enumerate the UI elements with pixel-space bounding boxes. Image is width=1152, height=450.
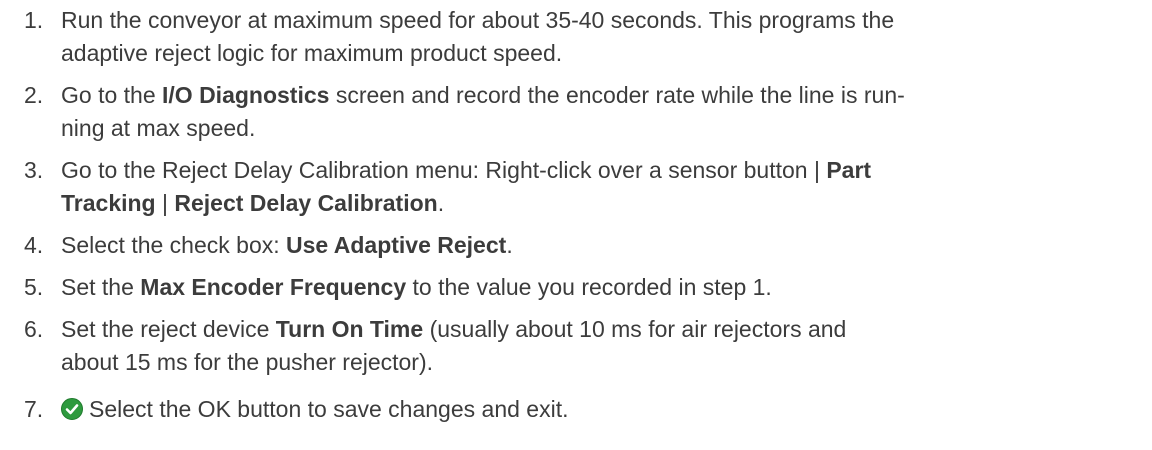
step-number: 6. <box>24 316 44 342</box>
step-text-run: to the value you recorded in step 1. <box>406 274 772 300</box>
step-item: 6. Set the reject device Turn On Time (u… <box>0 313 1152 379</box>
step-text-run: (usually about 10 ms for air rejectors a… <box>423 316 847 342</box>
step-item: 2. Go to the I/O Diagnostics screen and … <box>0 79 1152 145</box>
step-text-content: Select the OK button to save changes and… <box>89 396 568 422</box>
procedure-steps: 1. Run the conveyor at maximum speed for… <box>0 4 1152 426</box>
ui-term: Part <box>826 157 872 183</box>
step-item: 1. Run the conveyor at maximum speed for… <box>0 4 1152 70</box>
step-text-run: Select the OK button to save changes and… <box>89 396 569 422</box>
ui-term: Reject Delay Calibration <box>174 190 438 216</box>
step-number: 3. <box>24 157 44 183</box>
step-item: 3. Go to the Reject Delay Calibration me… <box>0 154 1152 220</box>
step-number: 2. <box>24 82 44 108</box>
step-text: Go to the Reject Delay Calibration menu:… <box>61 154 1121 220</box>
step-text-run: Set the reject device <box>61 316 276 342</box>
check-circle-icon <box>61 396 83 420</box>
ui-term: Max Encoder Frequency <box>140 274 407 300</box>
step-text-run: Select the check box: <box>61 232 287 258</box>
step-item: 5. Set the Max Encoder Frequency to the … <box>0 271 1152 304</box>
step-text-run: about 15 ms for the pusher rejector). <box>61 349 434 375</box>
step-text: Select the check box: Use Adaptive Rejec… <box>61 229 1121 262</box>
ui-term: Turn On Time <box>275 316 424 342</box>
step-text-run: screen and record the encoder rate while… <box>329 82 905 108</box>
ui-term: Tracking <box>61 190 156 216</box>
step-item: 4. Select the check box: Use Adaptive Re… <box>0 229 1152 262</box>
step-text-run: ning at max speed. <box>61 115 256 141</box>
step-text: Go to the I/O Diagnostics screen and rec… <box>61 79 1121 145</box>
ui-term: I/O Diagnostics <box>162 82 330 108</box>
step-text-run: Go to the Reject Delay Calibration menu:… <box>61 157 827 183</box>
step-text-run: . <box>437 190 445 216</box>
step-text-run: | <box>155 190 175 216</box>
step-number: 4. <box>24 232 44 258</box>
step-number: 5. <box>24 274 44 300</box>
step-text: Set the reject device Turn On Time (usua… <box>61 313 1121 379</box>
step-text: Run the conveyor at maximum speed for ab… <box>61 4 1121 70</box>
step-text-run: Set the <box>61 274 141 300</box>
step-text-run: adaptive reject logic for maximum produc… <box>61 40 563 66</box>
step-text: Select the OK button to save changes and… <box>61 393 1121 426</box>
step-number: 7. <box>24 396 44 422</box>
step-number: 1. <box>24 7 44 33</box>
step-text-run: Run the conveyor at maximum speed for ab… <box>61 7 895 33</box>
ui-term: Use Adaptive Reject <box>286 232 507 258</box>
step-text: Set the Max Encoder Frequency to the val… <box>61 271 1121 304</box>
step-item: 7. Select the OK button to save changes … <box>0 393 1152 426</box>
step-text-run: . <box>506 232 513 258</box>
step-text-run: Go to the <box>61 82 163 108</box>
